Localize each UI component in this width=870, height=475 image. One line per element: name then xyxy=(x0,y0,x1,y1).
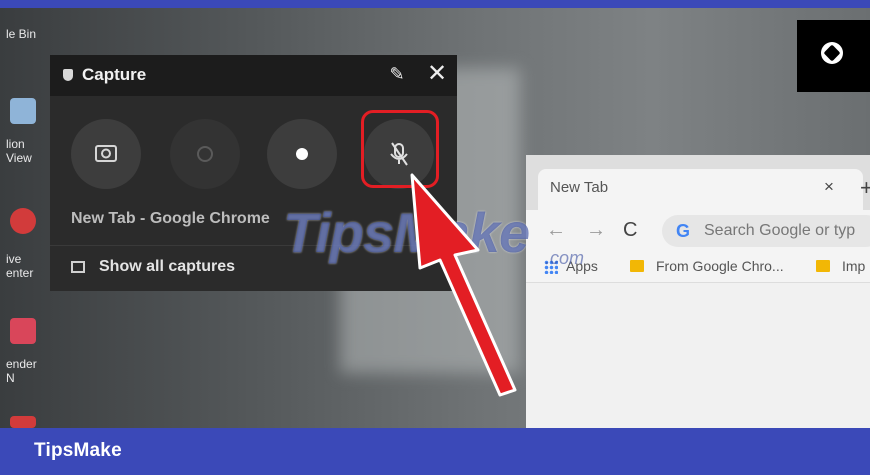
pointer-arrow xyxy=(410,173,517,397)
bottom-frame-bar xyxy=(0,428,870,475)
brand-label: TipsMake xyxy=(34,440,122,461)
